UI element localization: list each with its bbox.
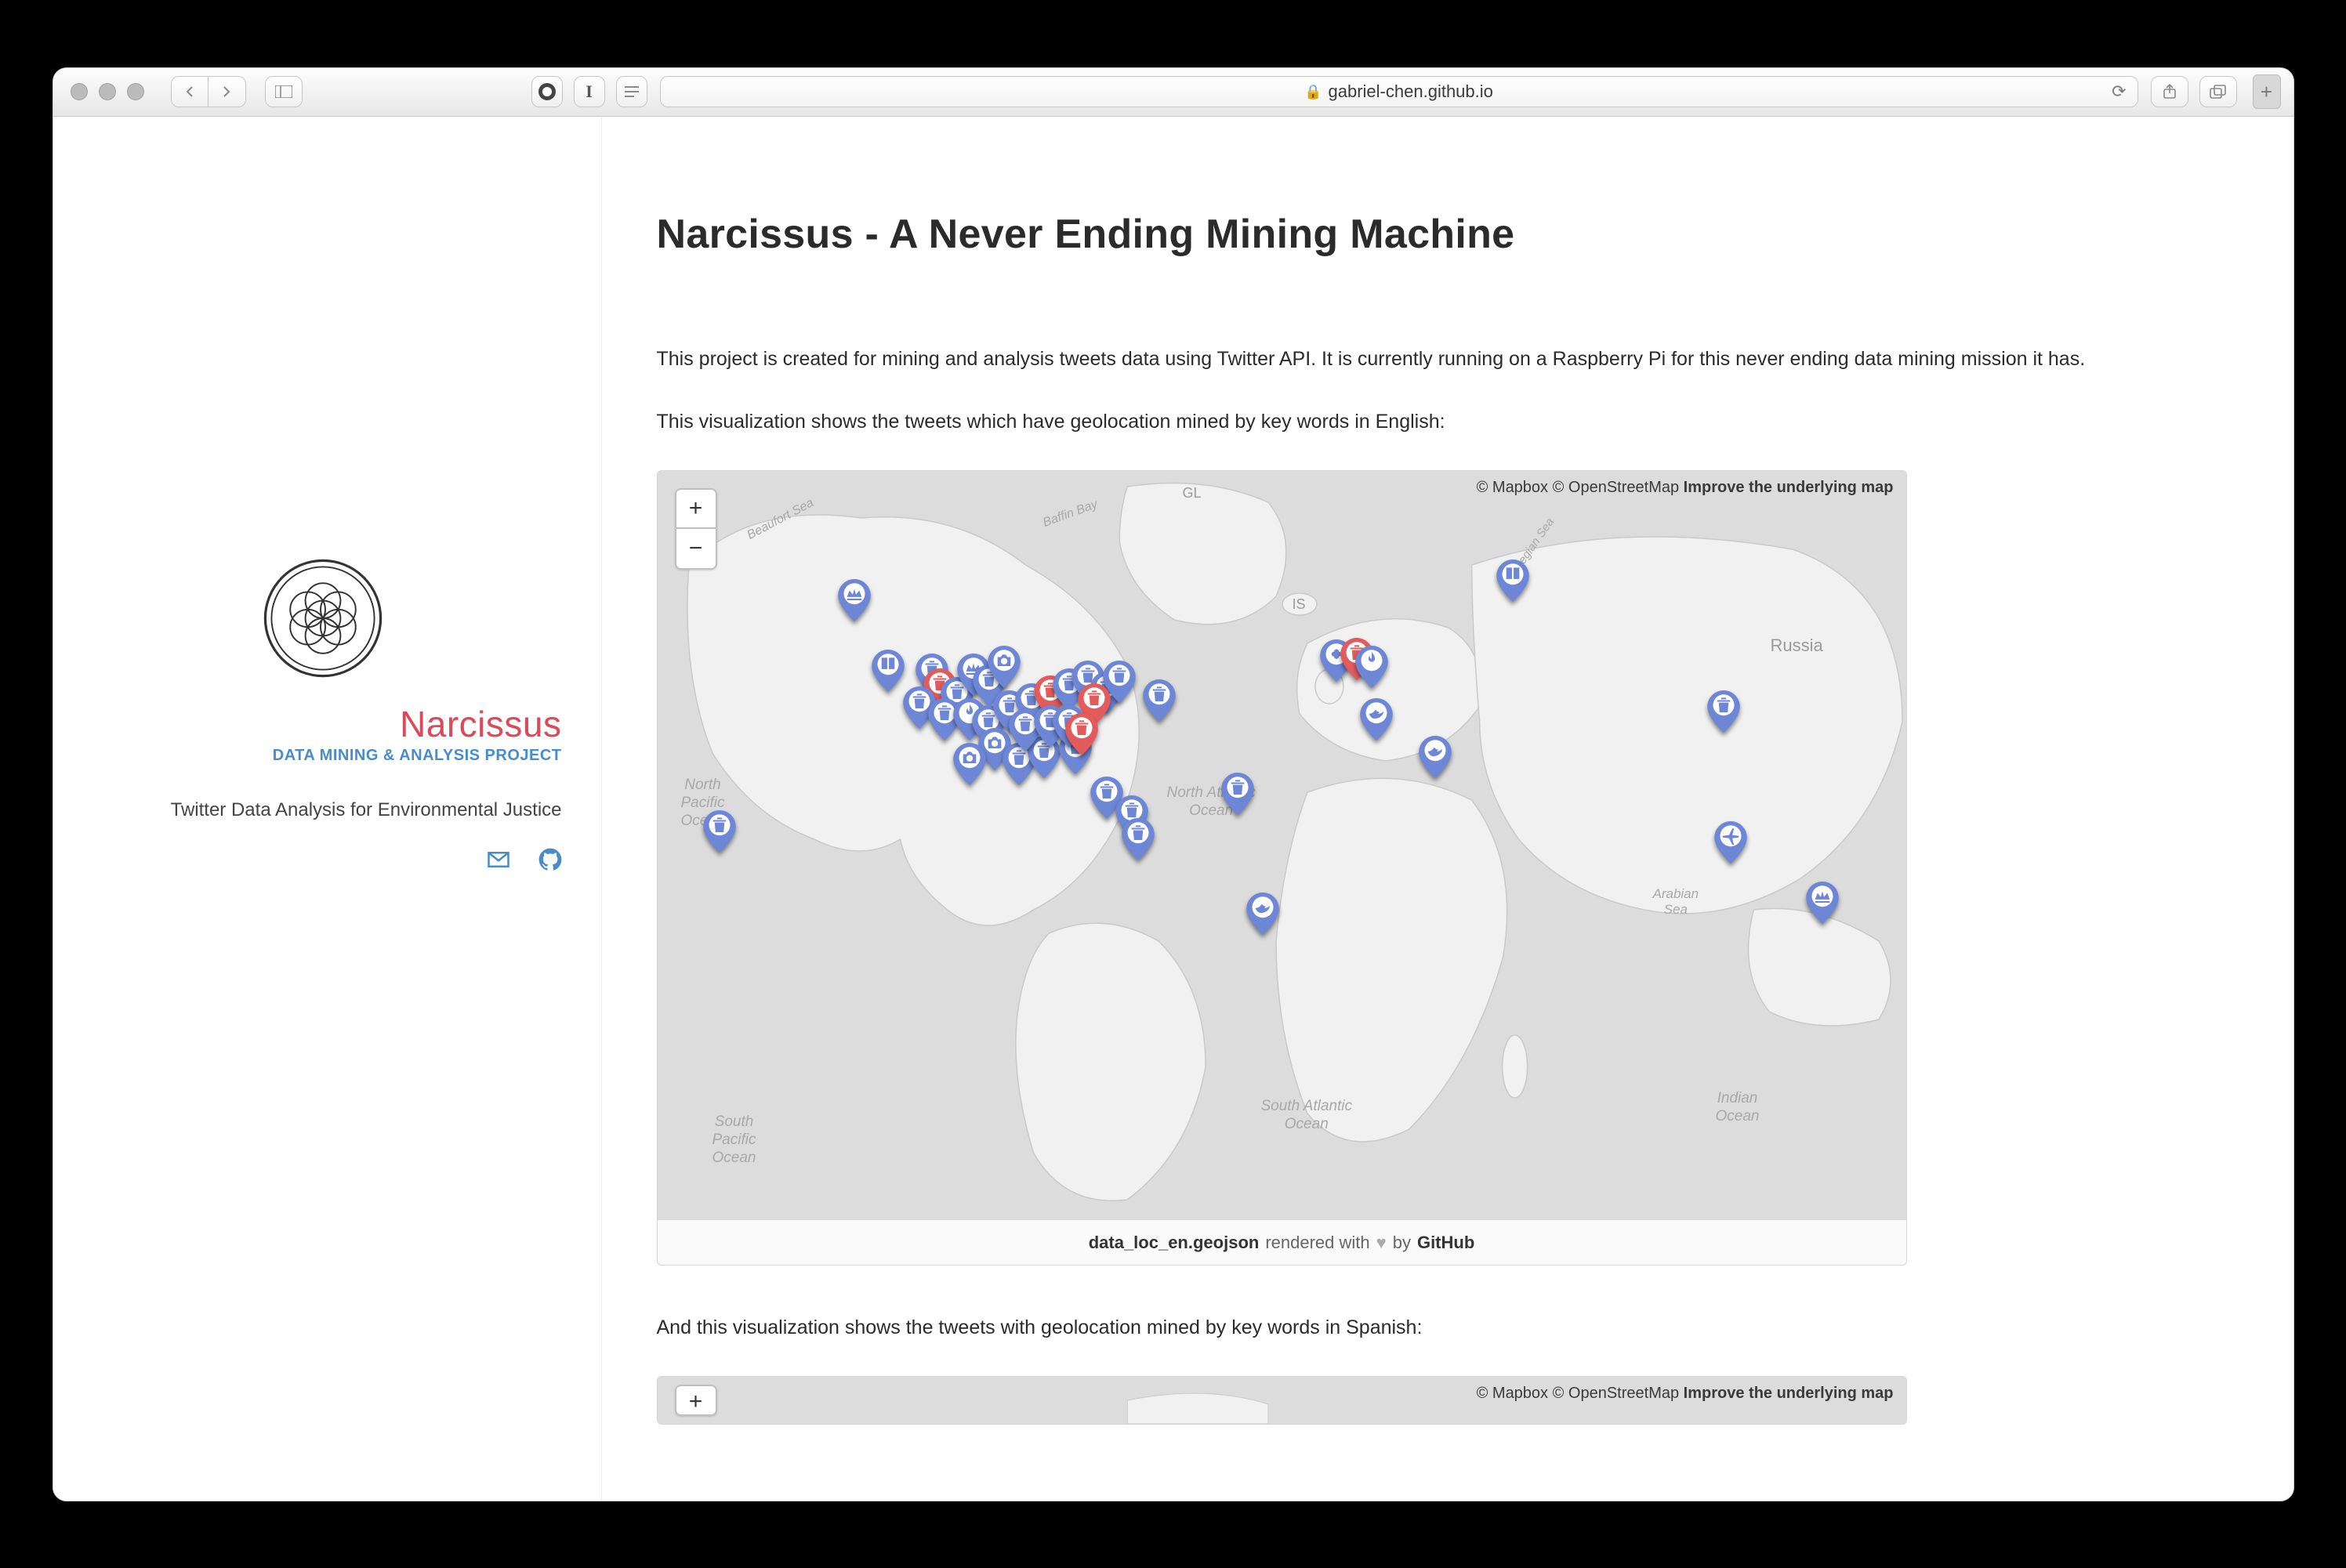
label-is: IS — [1293, 596, 1306, 613]
nav-buttons — [171, 76, 246, 107]
label-russia: Russia — [1771, 636, 1823, 656]
toolbar-right: + — [2151, 74, 2281, 109]
label-south-pacific: South Pacific Ocean — [713, 1114, 756, 1167]
label-south-atlantic: South Atlantic Ocean — [1261, 1098, 1353, 1134]
chevron-right-icon — [220, 85, 233, 98]
footer-mid: rendered with — [1265, 1233, 1369, 1253]
site-subtitle: DATA MINING & ANALYSIS PROJECT — [273, 747, 562, 765]
map-canvas[interactable]: + − © Mapbox © OpenStreetMap Improve the… — [658, 471, 1906, 1219]
map-pin[interactable] — [703, 810, 736, 853]
browser-window: I 🔒 gabriel-chen.github.io ⟳ + — [53, 67, 2294, 1501]
maximize-window-button[interactable] — [127, 83, 144, 100]
attrib-osm[interactable]: © OpenStreetMap — [1553, 479, 1679, 496]
extension-button-2[interactable]: I — [574, 76, 605, 107]
map-widget-spanish: + © Mapbox © OpenStreetMap Improve the u… — [657, 1376, 1907, 1425]
intro-paragraph: This project is created for mining and a… — [657, 344, 2193, 375]
share-icon — [2163, 84, 2177, 100]
map-footer: data_loc_en.geojson rendered with ♥ by G… — [658, 1219, 1906, 1265]
geojson-filename[interactable]: data_loc_en.geojson — [1089, 1233, 1260, 1253]
map-pin[interactable] — [1355, 646, 1388, 688]
attrib2-mapbox[interactable]: © Mapbox — [1477, 1385, 1548, 1402]
footer-by: by — [1393, 1233, 1411, 1253]
sidebar-toggle-button[interactable] — [265, 76, 303, 107]
map-pin[interactable] — [1221, 773, 1254, 815]
tabs-icon — [2210, 85, 2227, 99]
map-pin[interactable] — [953, 743, 986, 785]
map-widget-english: + − © Mapbox © OpenStreetMap Improve the… — [657, 470, 1907, 1266]
attrib-improve-link[interactable]: Improve the underlying map — [1684, 479, 1894, 496]
site-sidebar: Narcissus DATA MINING & ANALYSIS PROJECT… — [53, 117, 602, 1501]
map2-attribution: © Mapbox © OpenStreetMap Improve the und… — [1474, 1383, 1897, 1404]
map-pin[interactable] — [1122, 818, 1155, 860]
caption-spanish: And this visualization shows the tweets … — [657, 1313, 2193, 1343]
sidebar-icon — [275, 85, 292, 98]
label-arabian: Arabian Sea — [1653, 886, 1699, 918]
extensions: I — [531, 76, 647, 107]
map-pin[interactable] — [1246, 893, 1279, 935]
map-pin[interactable] — [1707, 690, 1740, 733]
lock-icon: 🔒 — [1304, 84, 1322, 100]
share-button[interactable] — [2151, 76, 2188, 107]
map-pin[interactable] — [838, 579, 871, 621]
attrib-mapbox[interactable]: © Mapbox — [1477, 479, 1548, 496]
extension-button-1[interactable] — [531, 76, 563, 107]
address-bar[interactable]: 🔒 gabriel-chen.github.io ⟳ — [660, 76, 2138, 107]
browser-toolbar: I 🔒 gabriel-chen.github.io ⟳ + — [53, 68, 2293, 117]
minimize-window-button[interactable] — [99, 83, 116, 100]
reader-button[interactable] — [616, 76, 647, 107]
email-icon — [487, 848, 510, 871]
lines-icon — [624, 85, 640, 98]
new-tab-button[interactable]: + — [2253, 74, 2281, 109]
zoom-in-button-2[interactable]: + — [676, 1386, 716, 1416]
shield-icon — [538, 83, 556, 100]
map-pin[interactable] — [1143, 679, 1176, 722]
map-canvas-2[interactable]: + © Mapbox © OpenStreetMap Improve the u… — [658, 1377, 1906, 1424]
footer-github-link[interactable]: GitHub — [1417, 1233, 1474, 1253]
site-logo[interactable] — [85, 556, 562, 681]
map-pin[interactable] — [1806, 882, 1839, 924]
label-gl: GL — [1183, 485, 1202, 502]
back-button[interactable] — [171, 76, 208, 107]
map-pin[interactable] — [872, 650, 905, 692]
zoom-out-button[interactable]: − — [676, 529, 716, 568]
heart-icon: ♥ — [1376, 1233, 1387, 1253]
map-pin[interactable] — [1065, 713, 1098, 755]
site-title[interactable]: Narcissus — [400, 703, 561, 745]
close-window-button[interactable] — [71, 83, 88, 100]
zoom-in-button[interactable]: + — [676, 490, 716, 529]
reload-button[interactable]: ⟳ — [2112, 81, 2126, 102]
map-zoom-controls: + − — [675, 488, 717, 570]
github-icon — [538, 848, 562, 871]
attrib2-improve[interactable]: Improve the underlying map — [1684, 1385, 1894, 1402]
map-pin[interactable] — [1496, 559, 1529, 602]
social-links — [487, 848, 562, 875]
map-pin[interactable] — [1419, 736, 1452, 778]
article[interactable]: Narcissus - A Never Ending Mining Machin… — [602, 117, 2293, 1501]
chevron-left-icon — [183, 85, 196, 98]
site-description: Twitter Data Analysis for Environmental … — [171, 799, 562, 821]
label-indian: Indian Ocean — [1716, 1090, 1760, 1126]
page-content: Narcissus DATA MINING & ANALYSIS PROJECT… — [53, 117, 2293, 1501]
url-text: gabriel-chen.github.io — [1329, 81, 1493, 102]
window-controls — [66, 83, 144, 100]
map-pin[interactable] — [1714, 821, 1747, 864]
flower-of-life-icon — [260, 556, 386, 681]
text-icon: I — [586, 81, 593, 102]
attrib2-osm[interactable]: © OpenStreetMap — [1553, 1385, 1679, 1402]
map2-zoom-controls: + — [675, 1385, 717, 1416]
page-title: Narcissus - A Never Ending Mining Machin… — [657, 211, 2223, 258]
map-pin[interactable] — [988, 646, 1021, 688]
map-attribution: © Mapbox © OpenStreetMap Improve the und… — [1474, 477, 1897, 498]
email-link[interactable] — [487, 848, 510, 875]
tabs-button[interactable] — [2199, 76, 2237, 107]
forward-button[interactable] — [208, 76, 246, 107]
map-pin[interactable] — [1360, 698, 1393, 741]
github-link[interactable] — [538, 848, 562, 875]
caption-english: This visualization shows the tweets whic… — [657, 407, 2193, 437]
